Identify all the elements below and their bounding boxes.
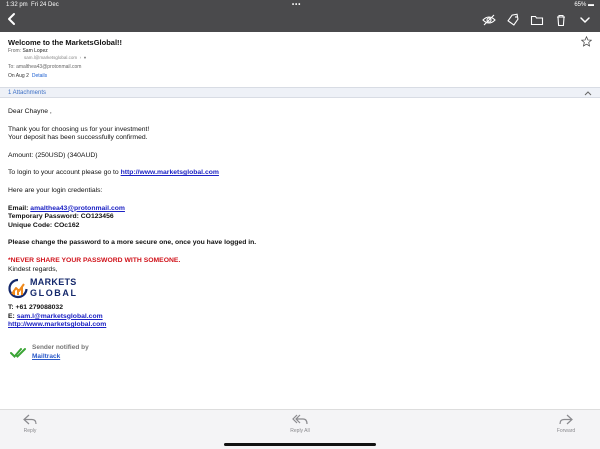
signature-email-link[interactable]: sam.l@marketsglobal.com — [17, 313, 103, 320]
sender-name[interactable]: Sam Lopez — [22, 48, 47, 54]
trash-icon[interactable] — [554, 13, 568, 27]
mailtrack-badge: Sender notified by Mailtrack — [8, 344, 208, 364]
login-link[interactable]: http://www.marketsglobal.com — [121, 169, 219, 176]
amount-line: Amount: (250USD) (340AUD) — [8, 151, 98, 159]
mailtrack-link[interactable]: Mailtrack — [32, 353, 60, 360]
details-link[interactable]: Details — [32, 73, 47, 79]
recipient-line[interactable]: To: amalthea43@protonmail.com — [8, 64, 81, 70]
chevron-left-icon[interactable] — [5, 12, 19, 26]
email-body: Dear Chayne , Thank you for choosing us … — [8, 108, 588, 330]
email-date: On Aug 2 Details — [8, 73, 48, 79]
top-toolbar: 1:32 pm Fri 24 Dec ••• 65% ▬ — [0, 0, 600, 32]
forward-button[interactable]: Forward — [536, 414, 596, 434]
status-time: 1:32 pm Fri 24 Dec — [6, 2, 59, 8]
reply-all-icon — [292, 414, 308, 425]
chevron-up-icon[interactable] — [584, 90, 592, 96]
multitask-dots[interactable]: ••• — [292, 2, 301, 8]
battery-status: 65% ▬ — [574, 2, 594, 8]
double-check-icon — [10, 348, 26, 358]
login-line: To login to your account please go to ht… — [8, 169, 219, 177]
credential-email-link[interactable]: amalthea43@protonmail.com — [30, 205, 125, 212]
reply-button[interactable]: Reply — [0, 414, 60, 434]
star-icon[interactable] — [581, 36, 592, 47]
sender-address: sam.l@marketsglobal.com › ● — [24, 55, 87, 60]
forward-icon — [559, 414, 573, 425]
attachments-label[interactable]: 1 Attachments — [8, 90, 46, 96]
reply-icon — [23, 414, 37, 425]
home-indicator[interactable] — [224, 443, 376, 446]
chevron-down-icon[interactable] — [578, 13, 592, 27]
recipient-address[interactable]: amalthea43@protonmail.com — [16, 64, 81, 70]
toolbar-actions — [482, 12, 592, 28]
reply-all-button[interactable]: Reply All — [270, 414, 330, 434]
regards: Kindest regards, — [8, 265, 58, 273]
attachments-bar[interactable]: 1 Attachments — [0, 87, 600, 98]
email-subject: Welcome to the MarketsGlobal!! — [8, 38, 123, 47]
credential-email: Email: amalthea43@protonmail.com — [8, 204, 125, 212]
tag-icon[interactable] — [506, 13, 520, 27]
mailtrack-text: Sender notified by — [32, 344, 89, 351]
change-password-note: Please change the password to a more sec… — [8, 239, 257, 247]
markets-global-logo: MARKETS GLOBAL — [8, 277, 90, 301]
unique-code: Unique Code: COc162 — [8, 221, 80, 229]
signature-website-link[interactable]: http://www.marketsglobal.com — [8, 321, 106, 328]
eye-slash-icon[interactable] — [482, 13, 496, 27]
signature-phone: T: +61 279088032 — [8, 304, 63, 312]
credentials-intro: Here are your login credentials: — [8, 186, 103, 194]
warning-note: *NEVER SHARE YOUR PASSWORD WITH SOMEONE. — [8, 256, 181, 264]
logo-mark-icon — [8, 279, 28, 299]
body-line-1: Thank you for choosing us for your inves… — [8, 125, 150, 133]
signature-website: http://www.marketsglobal.com — [8, 321, 588, 330]
folder-icon[interactable] — [530, 13, 544, 27]
greeting: Dear Chayne , — [8, 108, 52, 115]
signature-email: E: sam.l@marketsglobal.com — [8, 312, 103, 320]
temporary-password: Temporary Password: CO123456 — [8, 213, 114, 221]
body-line-2: Your deposit has been successfully confi… — [8, 134, 148, 142]
sender-line[interactable]: From: Sam Lopez — [8, 48, 48, 54]
